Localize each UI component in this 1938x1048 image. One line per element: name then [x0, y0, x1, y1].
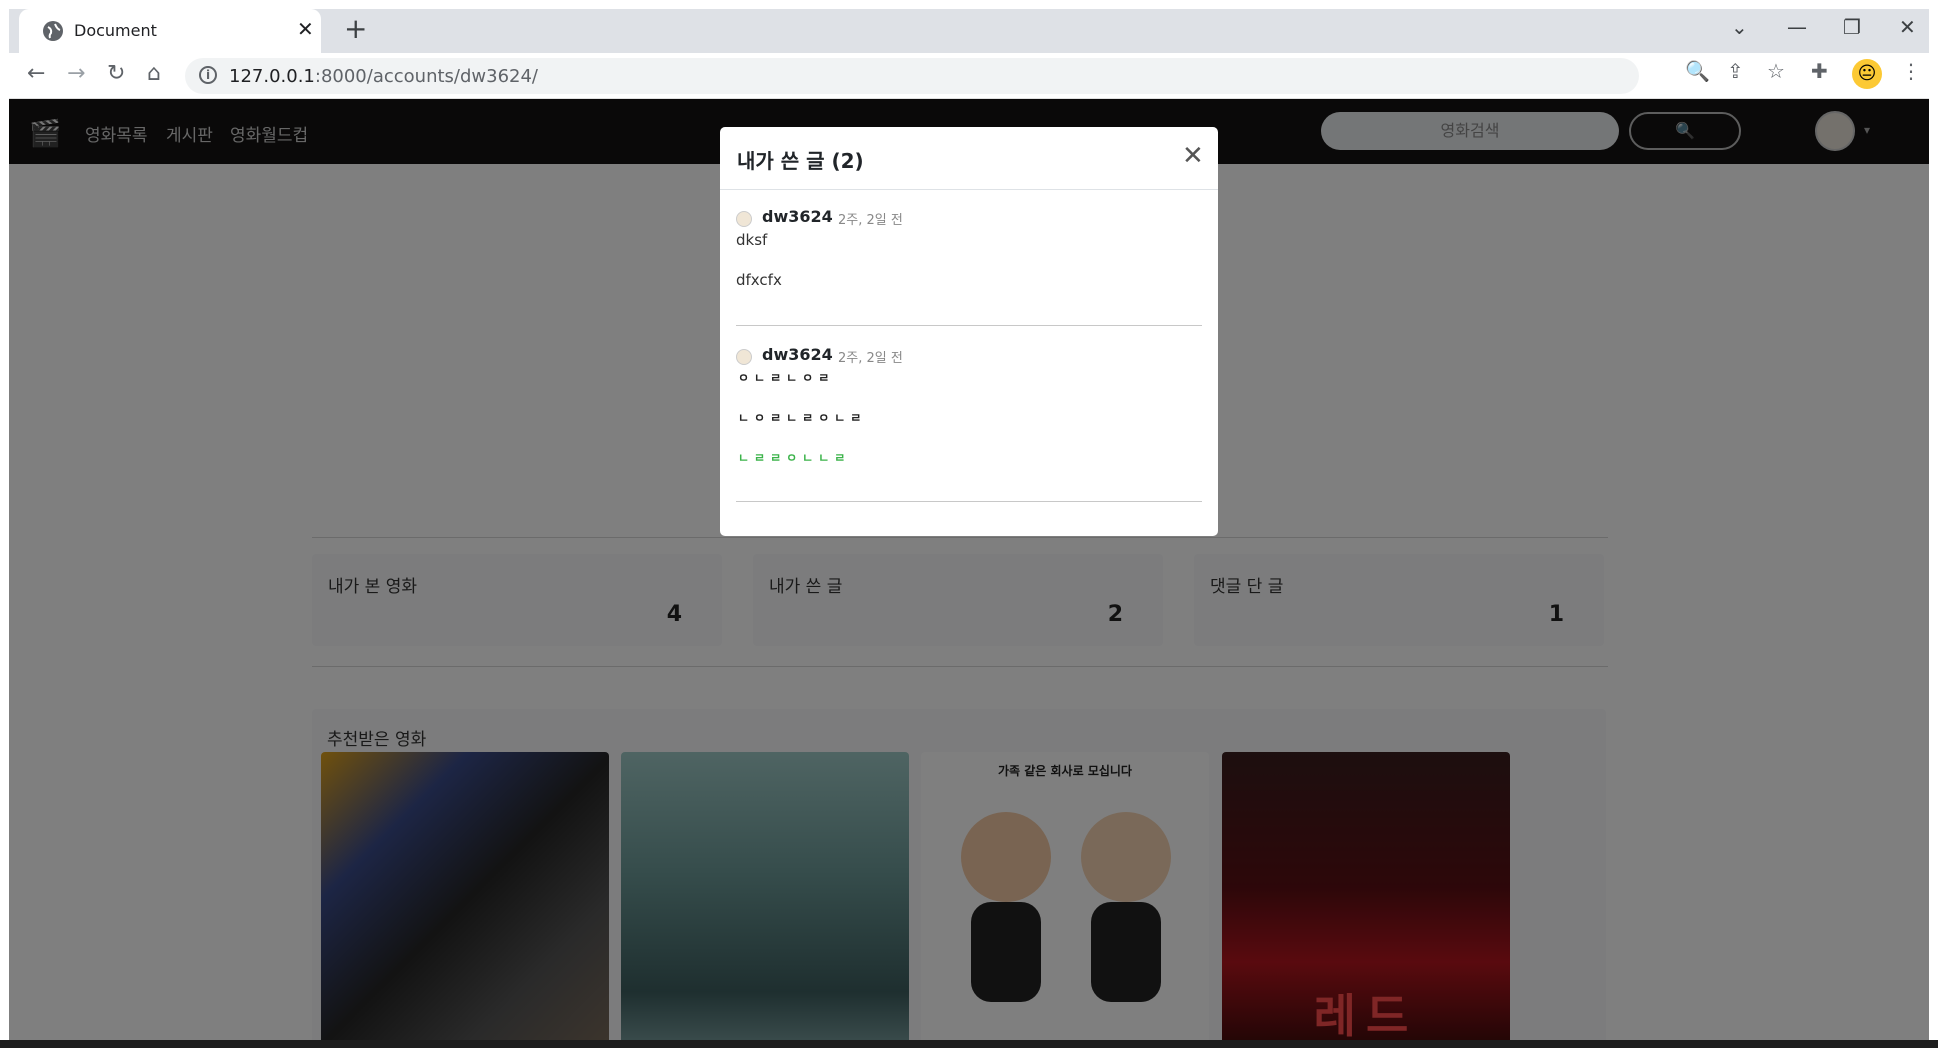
browser-tab-strip: Document ✕ + ⌄ — ❐ ✕: [9, 9, 1929, 53]
screen: { "browser": { "tab_title": "Document", …: [0, 0, 1938, 1048]
globe-icon: [43, 21, 63, 41]
reload-icon[interactable]: ↻: [107, 63, 125, 85]
divider: [736, 501, 1202, 502]
home-icon[interactable]: ⌂: [147, 63, 161, 85]
modal-title: 내가 쓴 글 (2): [737, 149, 864, 173]
my-posts-modal: 내가 쓴 글 (2) ✕ dw3624 2주, 2일 전 dksf dfxcfx…: [720, 127, 1218, 536]
bookmark-star-icon[interactable]: ☆: [1767, 61, 1785, 81]
close-icon[interactable]: ✕: [1182, 143, 1204, 169]
new-tab-icon[interactable]: +: [344, 15, 367, 43]
minimize-icon[interactable]: —: [1787, 17, 1807, 37]
browser-menu-icon[interactable]: ⋮: [1901, 61, 1921, 81]
window-close-icon[interactable]: ✕: [1899, 17, 1916, 37]
back-icon[interactable]: ←: [27, 63, 45, 85]
post-title: dksf: [736, 231, 768, 249]
post-item[interactable]: dw3624 2주, 2일 전 ㅇㄴㄹㄴㅇㄹ ㄴㅇㄹㄴㄹㅇㄴㄹ ㄴㄹㄹㅇㄴㄴㄹ: [736, 345, 1202, 505]
post-time: 2주, 2일 전: [838, 351, 903, 366]
browser-toolbar: ← → ↻ ⌂ i 127.0.0.1:8000/accounts/dw3624…: [9, 53, 1929, 99]
restore-icon[interactable]: ❐: [1843, 17, 1861, 37]
modal-header: 내가 쓴 글 (2) ✕: [720, 127, 1218, 190]
url-text: 127.0.0.1:8000/accounts/dw3624/: [229, 66, 538, 87]
tab-search-icon[interactable]: ⌄: [1731, 17, 1748, 37]
avatar: [736, 349, 752, 365]
extensions-icon[interactable]: ✚: [1811, 61, 1828, 81]
os-taskbar: [0, 1040, 1938, 1048]
browser-tab[interactable]: Document ✕: [19, 9, 321, 53]
post-item[interactable]: dw3624 2주, 2일 전 dksf dfxcfx: [736, 207, 1202, 327]
zoom-icon[interactable]: 🔍: [1685, 61, 1710, 81]
post-title: ㅇㄴㄹㄴㅇㄹ: [738, 371, 835, 385]
tab-close-icon[interactable]: ✕: [297, 19, 314, 39]
url-path: :8000/accounts/dw3624/: [314, 66, 539, 87]
post-content: ㄴㅇㄹㄴㄹㅇㄴㄹ: [738, 411, 867, 425]
url-host: 127.0.0.1: [229, 66, 315, 87]
post-author[interactable]: dw3624: [762, 207, 833, 226]
post-time: 2주, 2일 전: [838, 213, 903, 228]
share-icon[interactable]: ⇪: [1727, 61, 1744, 81]
tab-title: Document: [74, 21, 157, 40]
post-content: dfxcfx: [736, 271, 782, 289]
site-info-icon[interactable]: i: [199, 66, 217, 84]
avatar: [736, 211, 752, 227]
post-content: ㄴㄹㄹㅇㄴㄴㄹ: [738, 451, 851, 465]
forward-icon[interactable]: →: [67, 63, 85, 85]
divider: [736, 325, 1202, 326]
profile-icon[interactable]: 😐: [1852, 59, 1882, 89]
address-bar[interactable]: i 127.0.0.1:8000/accounts/dw3624/: [185, 58, 1639, 94]
post-author[interactable]: dw3624: [762, 345, 833, 364]
